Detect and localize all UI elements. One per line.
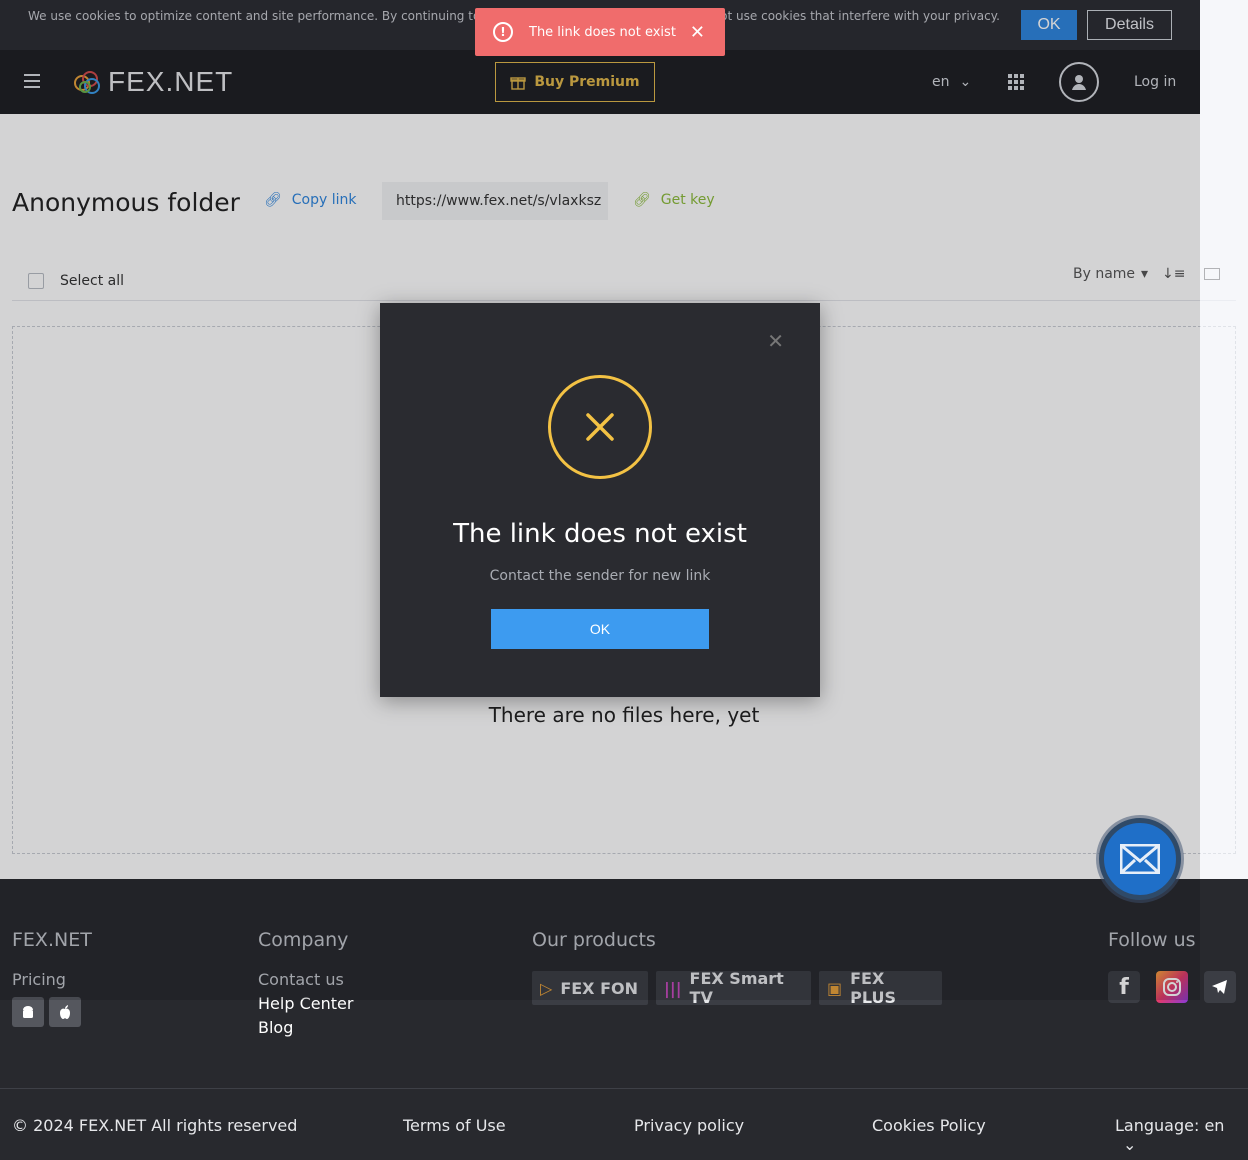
cookies-policy-link[interactable]: Cookies Policy [872,1116,986,1135]
mail-icon [1120,844,1160,874]
terms-link[interactable]: Terms of Use [403,1116,506,1135]
footer-blog-link[interactable]: Blog [258,1018,293,1037]
footer-language-label: Language: en [1115,1116,1225,1135]
footer-language-selector[interactable]: Language: en ⌄ [1115,1116,1248,1154]
copyright-text: © 2024 FEX.NET All rights reserved [12,1116,298,1135]
toast-message: The link does not exist [529,24,676,40]
chevron-down-icon: ⌄ [1123,1135,1137,1154]
privacy-link[interactable]: Privacy policy [634,1116,744,1135]
footer-divider [0,1088,1248,1089]
dialog-title: The link does not exist [453,519,747,549]
error-toast: ! The link does not exist ✕ [475,8,725,56]
close-icon[interactable]: ✕ [767,329,784,353]
error-dialog: ✕ The link does not exist Contact the se… [380,303,820,697]
dialog-ok-button[interactable]: OK [491,609,709,649]
error-x-icon [548,375,652,479]
telegram-icon[interactable] [1204,971,1236,1003]
apple-icon[interactable] [49,997,81,1027]
close-icon[interactable]: ✕ [690,22,705,43]
scroll-strip [1200,0,1248,879]
android-icon[interactable] [12,997,44,1027]
dialog-subtitle: Contact the sender for new link [489,568,711,584]
alert-icon: ! [493,22,513,42]
mail-fab[interactable] [1099,818,1181,900]
